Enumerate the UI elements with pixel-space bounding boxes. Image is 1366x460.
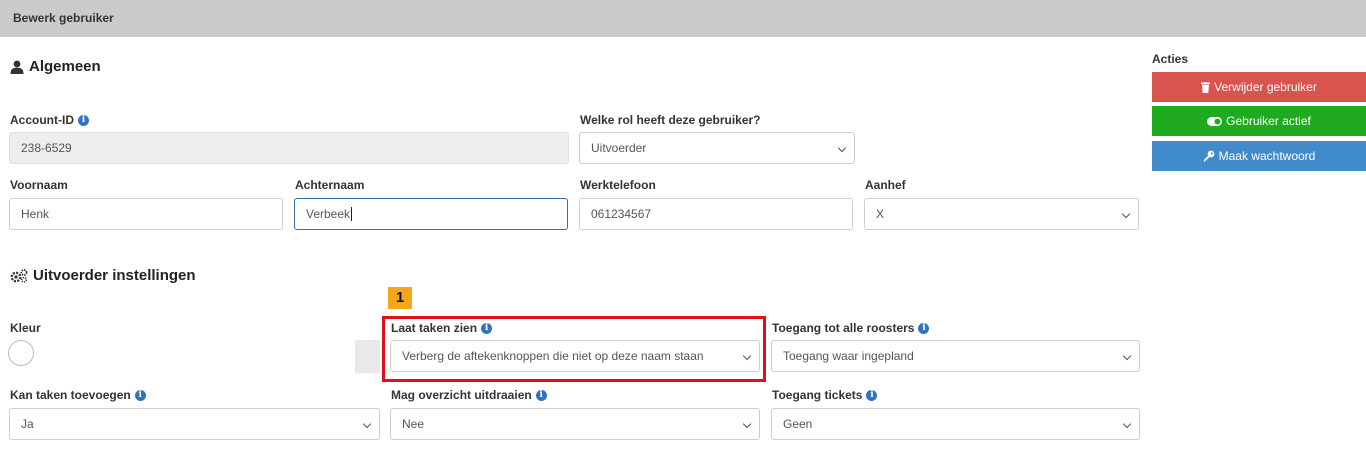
schedule-access-select[interactable]: Toegang waar ingepland: [771, 340, 1140, 372]
account-id-label: Account-ID i: [10, 113, 89, 127]
work-phone-label: Werktelefoon: [580, 178, 656, 192]
print-overview-label: Mag overzicht uitdraaien i: [391, 388, 547, 402]
info-icon[interactable]: i: [535, 389, 547, 401]
ticket-access-select[interactable]: Geen: [771, 408, 1140, 440]
last-name-label: Achternaam: [295, 178, 365, 192]
cogs-icon: [10, 268, 28, 283]
role-label: Welke rol heeft deze gebruiker?: [580, 113, 761, 127]
delete-user-button[interactable]: Verwijder gebruiker: [1152, 72, 1366, 102]
first-name-input[interactable]: Henk: [9, 198, 283, 230]
info-icon[interactable]: i: [918, 322, 930, 334]
work-phone-input[interactable]: 061234567: [579, 198, 853, 230]
window-titlebar: Bewerk gebruiker: [0, 0, 1366, 37]
annotation-badge: 1: [388, 287, 412, 309]
section-executor-title: Uitvoerder instellingen: [10, 267, 196, 284]
salutation-label: Aanhef: [865, 178, 906, 192]
print-overview-select[interactable]: Nee: [390, 408, 760, 440]
info-icon[interactable]: i: [134, 389, 146, 401]
window-title: Bewerk gebruiker: [13, 11, 114, 25]
salutation-select[interactable]: X: [864, 198, 1139, 230]
annotation-highlight: [382, 316, 766, 382]
user-active-button[interactable]: Gebruiker actief: [1152, 106, 1366, 136]
can-add-tasks-select[interactable]: Ja: [9, 408, 380, 440]
text-cursor: [351, 207, 353, 221]
first-name-label: Voornaam: [10, 178, 68, 192]
color-label: Kleur: [10, 321, 41, 335]
account-id-field: 238-6529: [9, 132, 569, 164]
make-password-button[interactable]: Maak wachtwoord: [1152, 141, 1366, 171]
schedule-access-label: Toegang tot alle roosters i: [772, 321, 930, 335]
role-select[interactable]: Uitvoerder: [579, 132, 855, 164]
key-icon: [1203, 150, 1215, 162]
trash-icon: [1201, 81, 1211, 93]
color-picker[interactable]: [8, 340, 34, 366]
ticket-access-label: Toegang tickets i: [772, 388, 878, 402]
toggle-on-icon: [1207, 116, 1223, 126]
last-name-input[interactable]: Verbeek: [294, 198, 568, 230]
actions-title: Acties: [1152, 52, 1189, 66]
info-icon[interactable]: i: [78, 114, 89, 126]
user-icon: [10, 60, 24, 74]
can-add-tasks-label: Kan taken toevoegen i: [10, 388, 146, 402]
info-icon[interactable]: i: [866, 389, 878, 401]
section-general-title: Algemeen: [10, 58, 101, 75]
color-swatch-area: [355, 340, 380, 373]
